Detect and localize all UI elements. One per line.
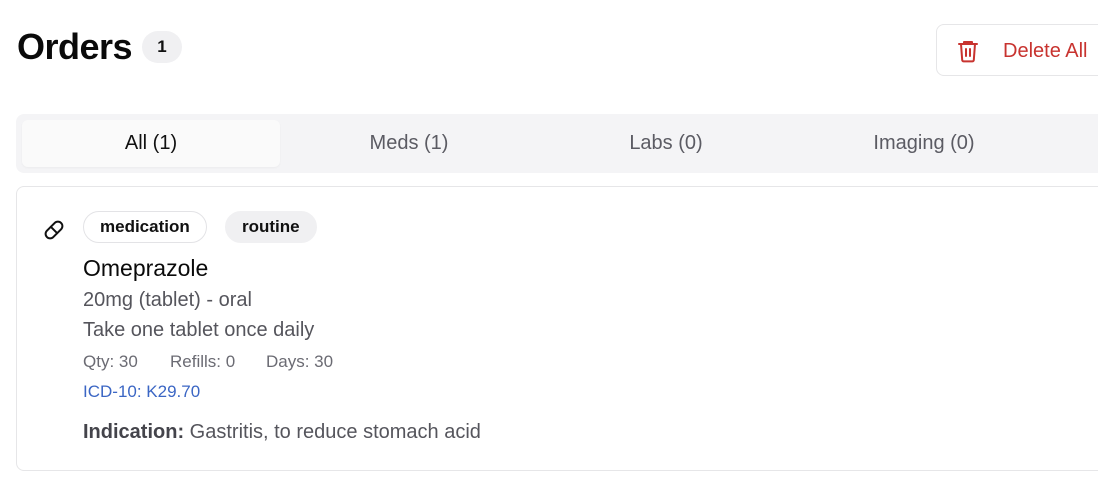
refills: Refills: 0 [170, 352, 236, 371]
page-title: Orders [17, 26, 133, 67]
medication-instructions: Take one tablet once daily [83, 319, 315, 341]
icd-code-link[interactable]: ICD-10: K29.70 [83, 381, 200, 403]
tab-labs[interactable]: Labs (0) [537, 120, 795, 167]
tab-imaging[interactable]: Imaging (0) [795, 120, 1053, 167]
indication-text: Gastritis, to reduce stomach acid [189, 421, 481, 443]
order-count-badge: 1 [142, 31, 182, 63]
orders-page: Orders 1 Delete All All (1) Meds (1) Lab… [0, 0, 1098, 480]
quantity: Qty: 30 [83, 352, 138, 371]
medication-name: Omeprazole [83, 255, 209, 281]
indication: Indication: Gastritis, to reduce stomach… [83, 419, 481, 445]
order-type-tabs: All (1) Meds (1) Labs (0) Imaging (0) [16, 114, 1098, 173]
delete-all-button[interactable]: Delete All [936, 24, 1098, 76]
order-card[interactable]: medication routine Omeprazole 20mg (tabl… [16, 186, 1098, 471]
tag-routine: routine [225, 211, 317, 243]
tab-all[interactable]: All (1) [22, 120, 280, 167]
delete-all-label: Delete All [1003, 40, 1088, 62]
medication-dose: 20mg (tablet) - oral [83, 289, 252, 311]
tab-meds[interactable]: Meds (1) [280, 120, 538, 167]
indication-label: Indication: [83, 421, 185, 443]
tag-medication: medication [83, 211, 207, 243]
pill-icon [44, 220, 64, 240]
days-supply: Days: 30 [266, 352, 334, 371]
trash-icon [958, 41, 978, 63]
